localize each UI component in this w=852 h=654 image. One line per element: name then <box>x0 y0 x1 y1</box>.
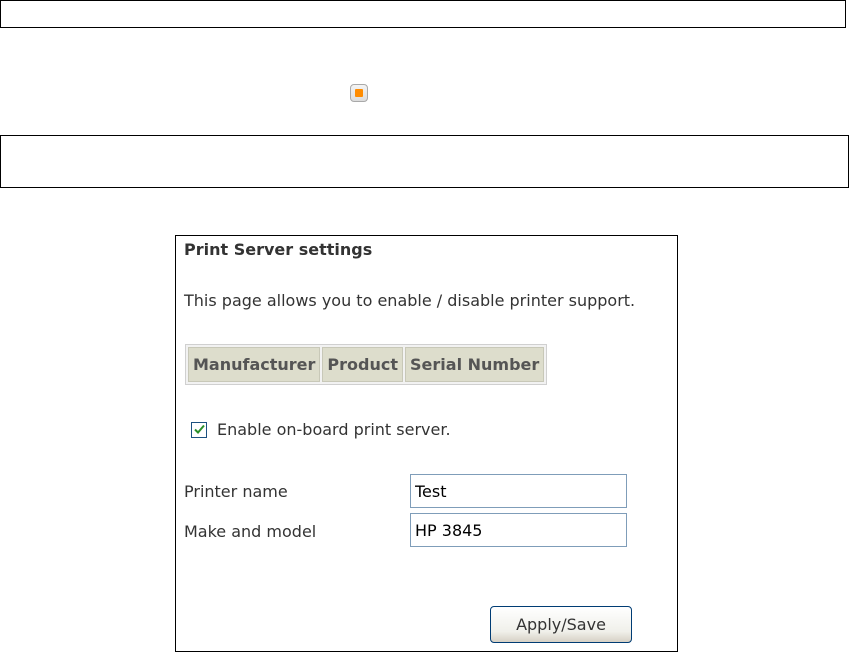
table-header-row: Manufacturer Product Serial Number <box>188 347 545 382</box>
column-header-serial-number: Serial Number <box>405 347 545 382</box>
make-model-label: Make and model <box>184 522 317 541</box>
printer-table: Manufacturer Product Serial Number <box>185 344 548 385</box>
page-title: Print Server settings <box>184 240 373 259</box>
column-header-product: Product <box>322 347 404 382</box>
enable-print-server-label: Enable on-board print server. <box>217 420 451 439</box>
printer-name-input[interactable] <box>410 474 627 508</box>
page-description: This page allows you to enable / disable… <box>184 291 636 310</box>
enable-print-server-row[interactable]: Enable on-board print server. <box>191 420 451 439</box>
top-frame-box <box>0 0 846 28</box>
middle-frame-box <box>0 135 849 188</box>
printer-name-label: Printer name <box>184 482 288 501</box>
apply-save-button[interactable]: Apply/Save <box>490 606 632 643</box>
make-model-input[interactable] <box>410 513 627 547</box>
status-indicator-icon <box>350 84 368 102</box>
checkmark-icon <box>194 424 205 434</box>
print-server-panel: Print Server settings This page allows y… <box>175 235 678 652</box>
enable-print-server-checkbox[interactable] <box>191 421 207 438</box>
column-header-manufacturer: Manufacturer <box>188 347 321 382</box>
